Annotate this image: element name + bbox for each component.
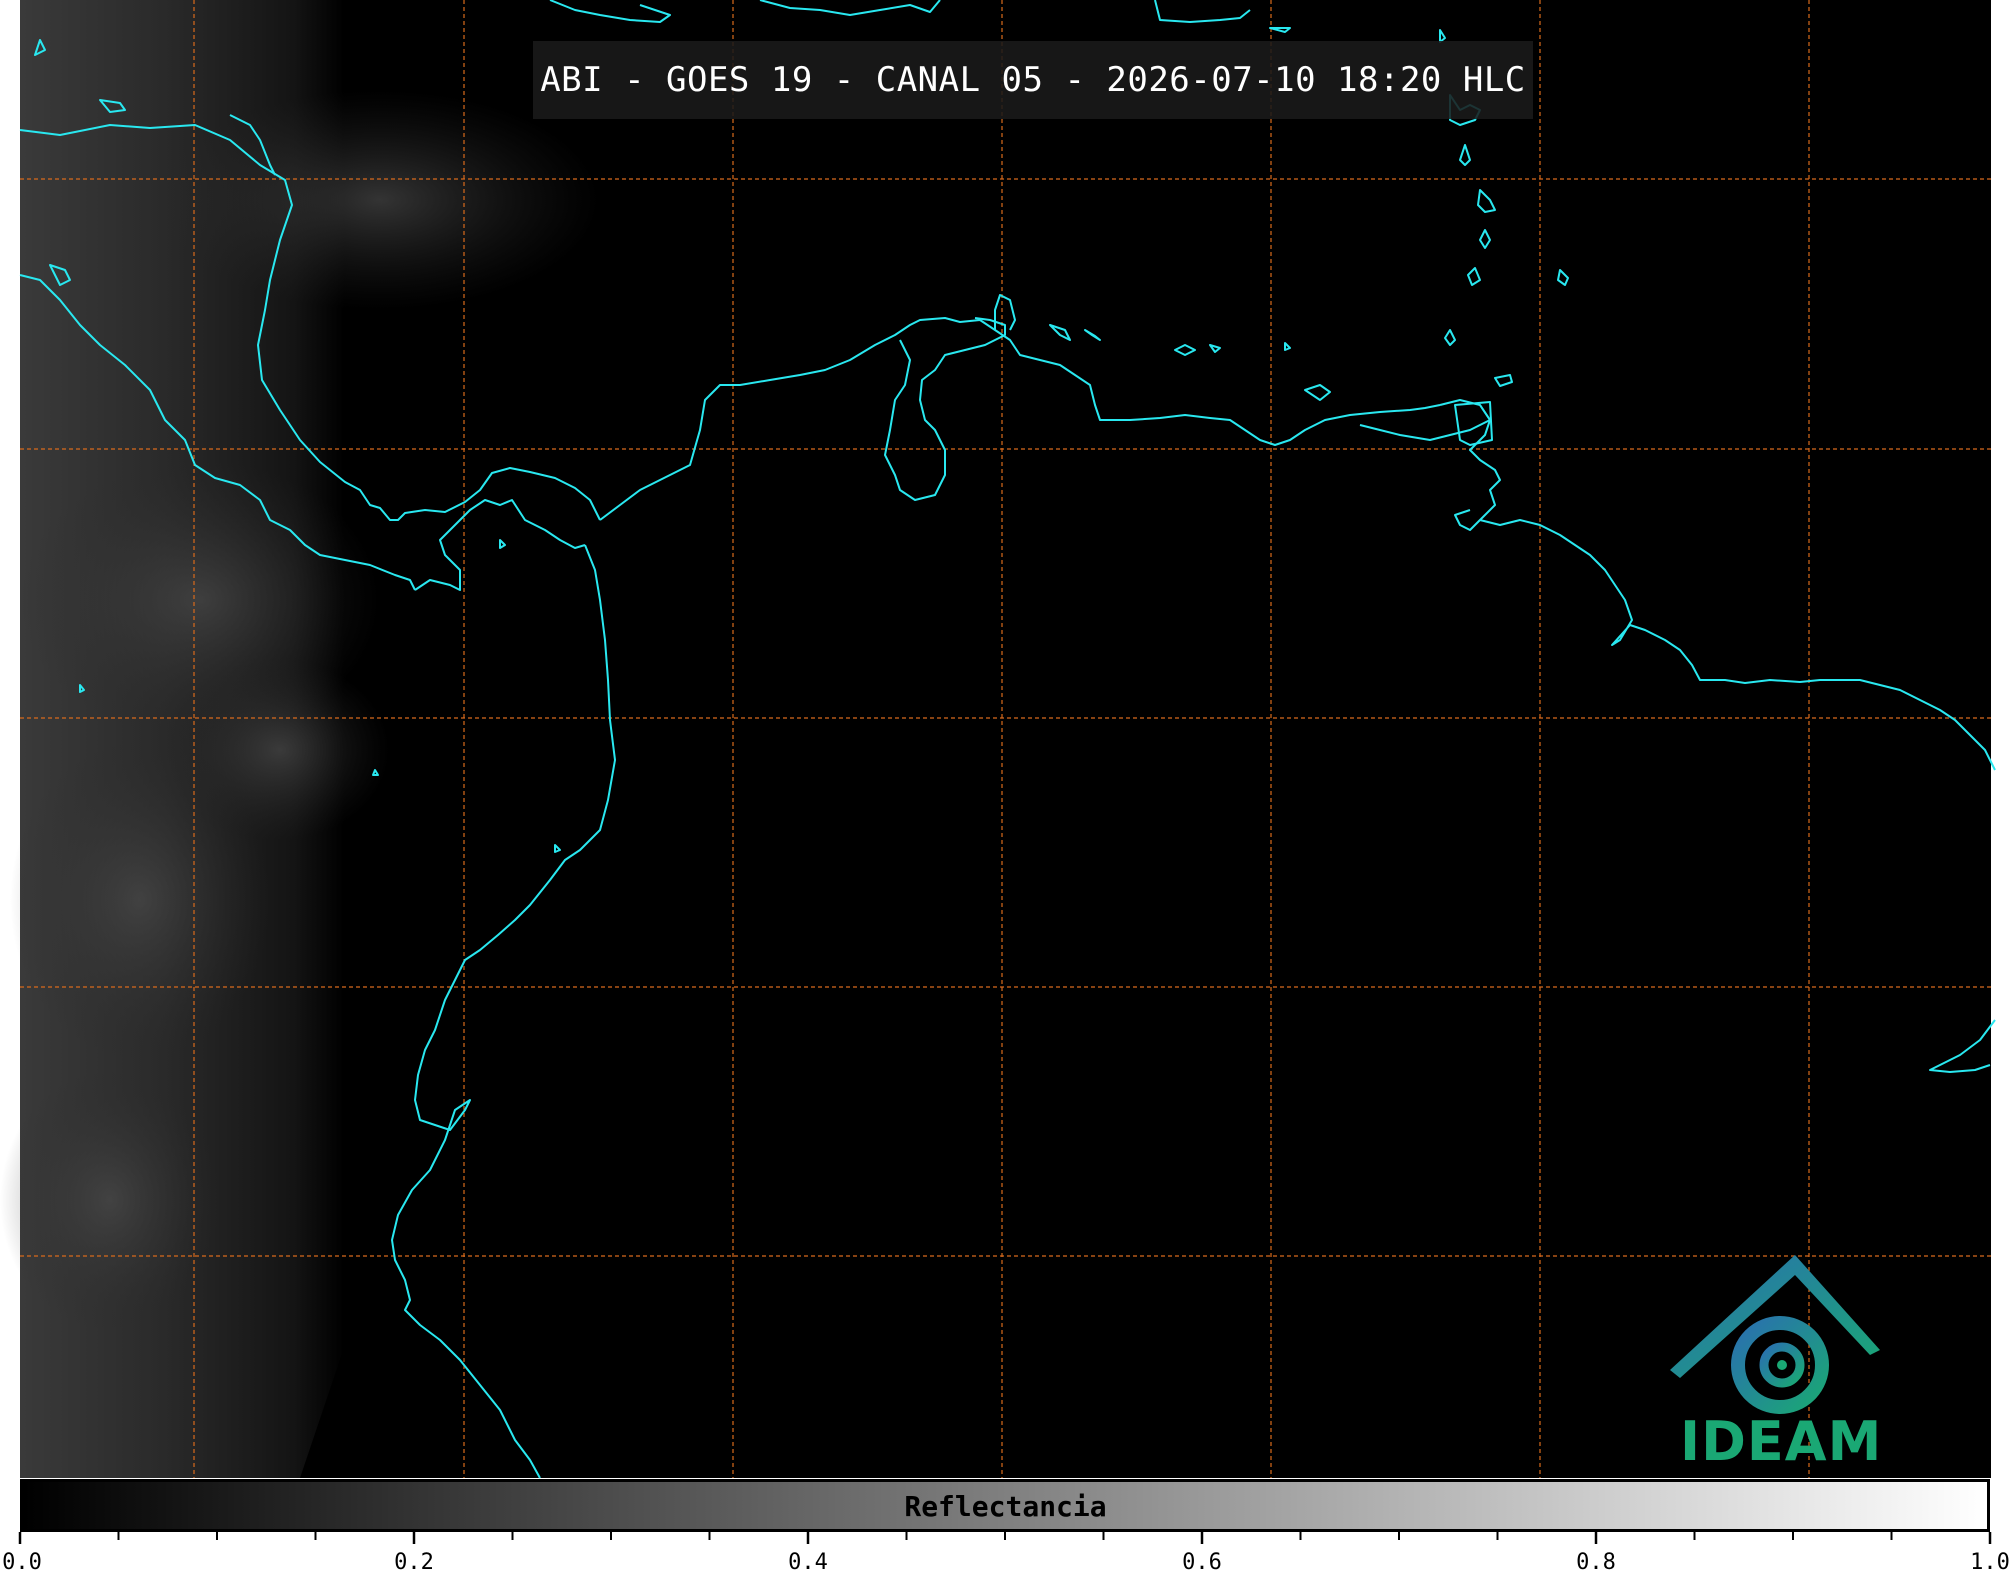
cloud-patch — [160, 90, 600, 310]
colorbar-label: Reflectancia — [904, 1490, 1107, 1523]
colorbar-tick-label: 1.0 — [1970, 1550, 2010, 1575]
colorbar-tick-label: 0.8 — [1576, 1550, 1616, 1575]
cloud-patch — [0, 1070, 220, 1330]
colorbar-tick-label: 0.4 — [788, 1550, 828, 1575]
colorbar-tick-label: 0.0 — [2, 1550, 42, 1575]
colorbar-tick-label: 0.2 — [394, 1550, 434, 1575]
title-box: ABI - GOES 19 - CANAL 05 - 2026-07-10 18… — [533, 41, 1533, 119]
colorbar-tick-label: 0.6 — [1182, 1550, 1222, 1575]
image-title: ABI - GOES 19 - CANAL 05 - 2026-07-10 18… — [540, 60, 1526, 100]
logo-swirl-core — [1777, 1360, 1787, 1370]
right-white-margin — [1991, 0, 2011, 1478]
logo-text: IDEAM — [1680, 1410, 1883, 1473]
cloud-patch — [170, 660, 390, 840]
